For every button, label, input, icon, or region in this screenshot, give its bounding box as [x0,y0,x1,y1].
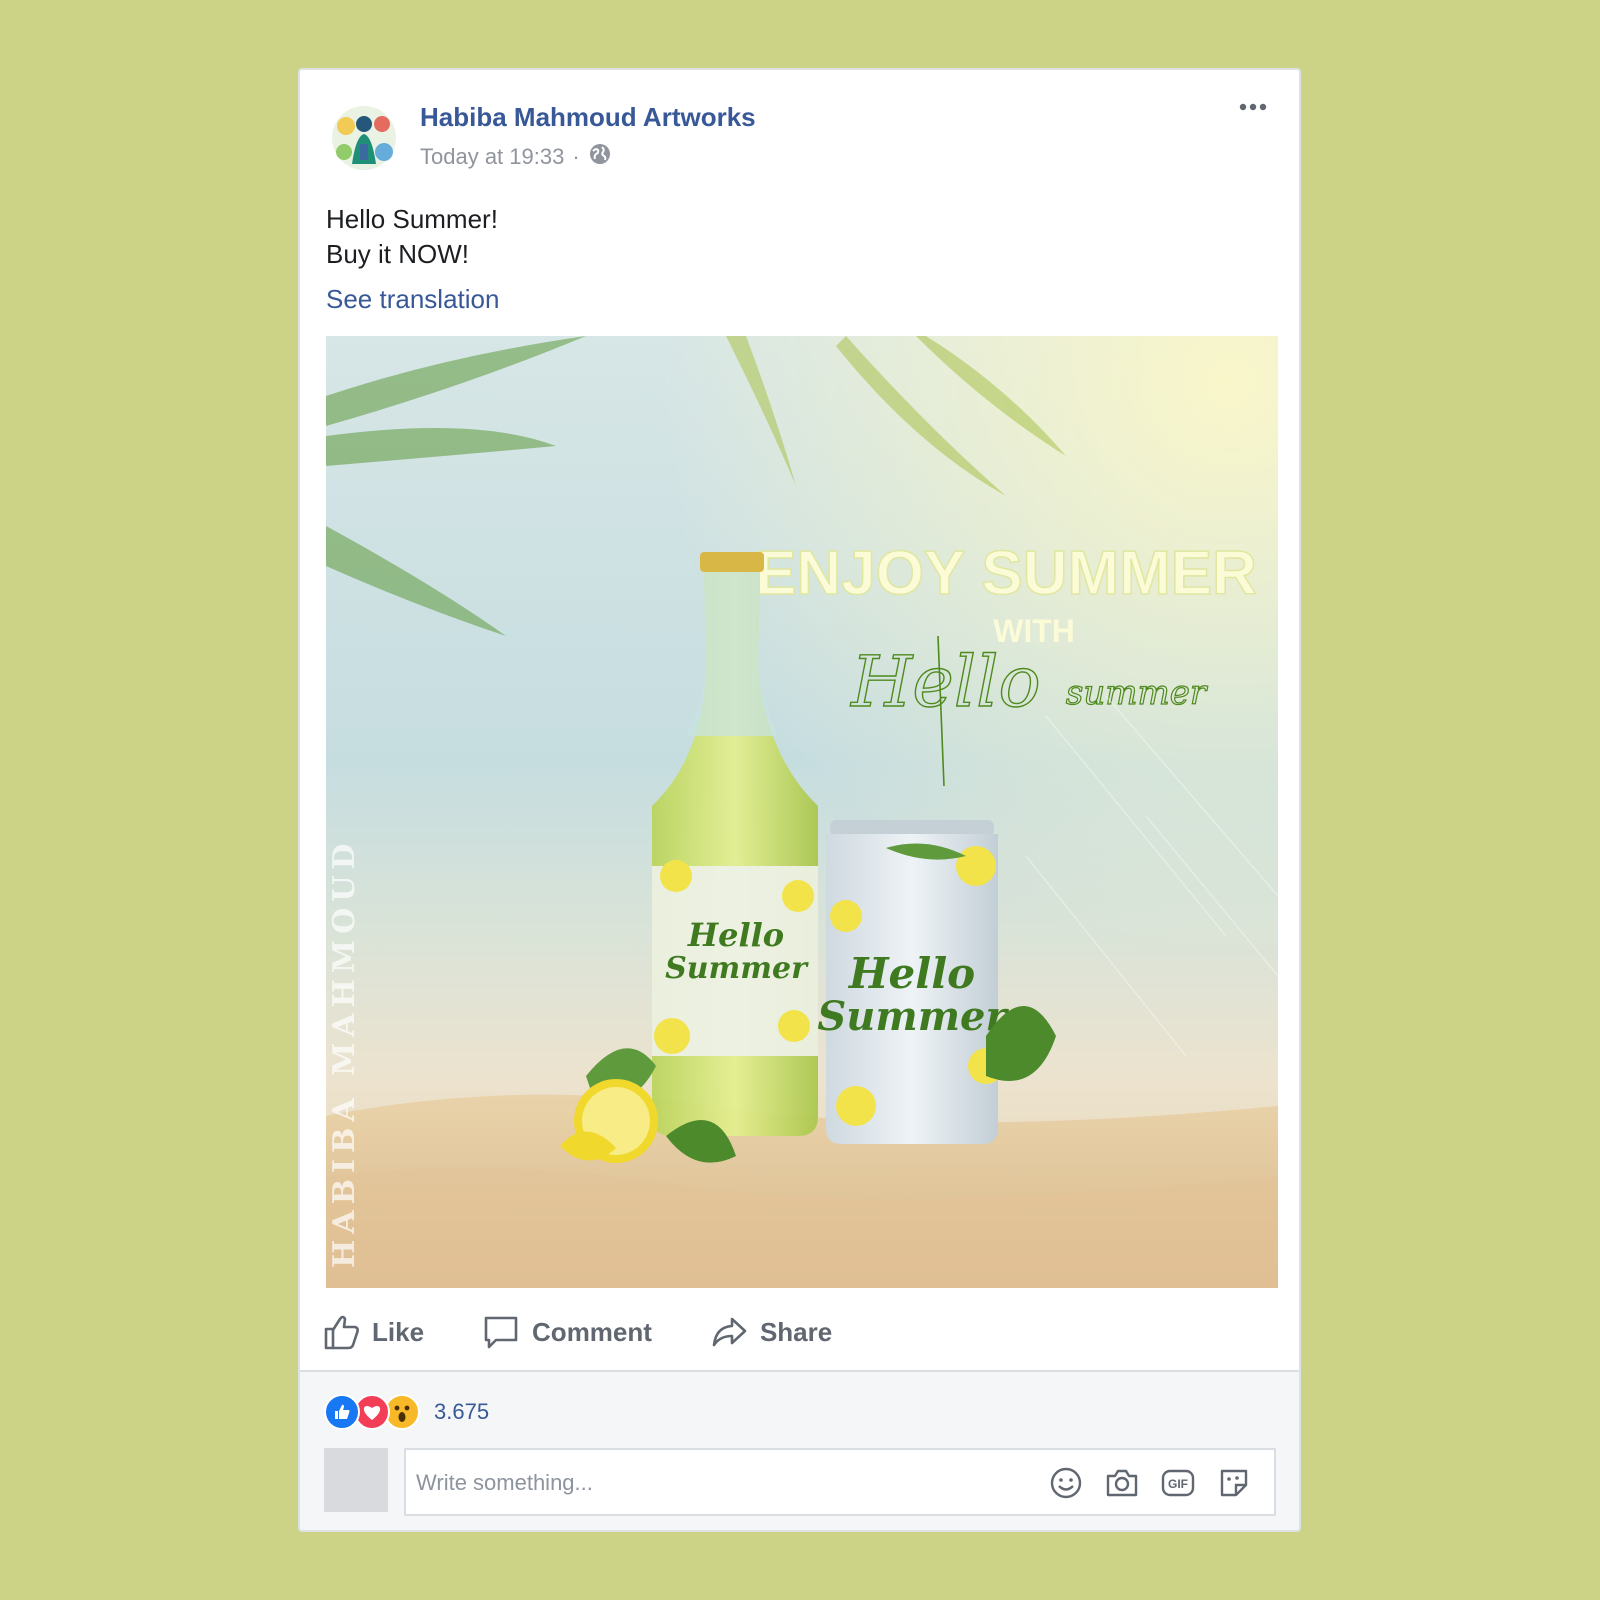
share-icon [712,1317,747,1347]
like-reaction-icon [324,1394,360,1430]
see-translation-link[interactable]: See translation [326,284,499,315]
post-image[interactable]: ENJOY SUMMER WITH Hello summer Hello Sum… [326,336,1278,1288]
post-actions: Like Comment Share [322,1302,890,1362]
post-card: Habiba Mahmoud Artworks Today at 19:33 ·… [298,68,1301,1532]
share-button[interactable]: Share [710,1313,832,1351]
like-button[interactable]: Like [322,1313,424,1351]
globe-icon[interactable] [588,142,612,172]
post-text-line-2: Buy it NOW! [326,239,470,269]
comment-icon [484,1316,518,1349]
thumbs-up-icon [324,1315,359,1350]
headline-text: ENJOY SUMMER [755,539,1257,608]
script-hello-text: Hello [849,641,1040,723]
can-label-hello: Hello [848,949,975,998]
page-name[interactable]: Habiba Mahmoud Artworks [420,102,756,133]
more-options-icon[interactable] [1233,92,1273,122]
comment-button[interactable]: Comment [482,1313,652,1351]
post-text: Hello Summer! Buy it NOW! [326,202,498,272]
page-avatar[interactable] [326,100,402,176]
can: Hello Summer [817,820,1009,1144]
post-footer: 3.675 GIF [300,1370,1299,1530]
bottle-label-summer: Summer [665,951,809,986]
gif-icon[interactable]: GIF [1160,1465,1196,1501]
post-text-line-1: Hello Summer! [326,204,498,234]
emoji-icon[interactable] [1048,1465,1084,1501]
reaction-count[interactable]: 3.675 [434,1399,489,1425]
post-meta: Today at 19:33 · [420,142,612,172]
like-label: Like [372,1316,425,1347]
script-summer-text: summer [1066,673,1208,713]
can-label-summer: Summer [817,993,1009,1040]
svg-text:GIF: GIF [1168,1477,1188,1491]
reaction-summary[interactable]: 3.675 [324,1394,489,1430]
sticker-icon[interactable] [1216,1465,1252,1501]
bottle-label-hello: Hello [687,916,784,954]
comment-input[interactable] [414,1450,1018,1516]
post-timestamp[interactable]: Today at 19:33 [420,144,564,170]
watermark-text: HABIBA MAHMOUD [327,838,362,1268]
meta-separator: · [572,144,580,169]
user-avatar [324,1448,388,1512]
share-label: Share [759,1316,833,1347]
camera-icon[interactable] [1104,1465,1140,1501]
comment-label: Comment [532,1316,652,1347]
comment-box: GIF [404,1448,1276,1516]
